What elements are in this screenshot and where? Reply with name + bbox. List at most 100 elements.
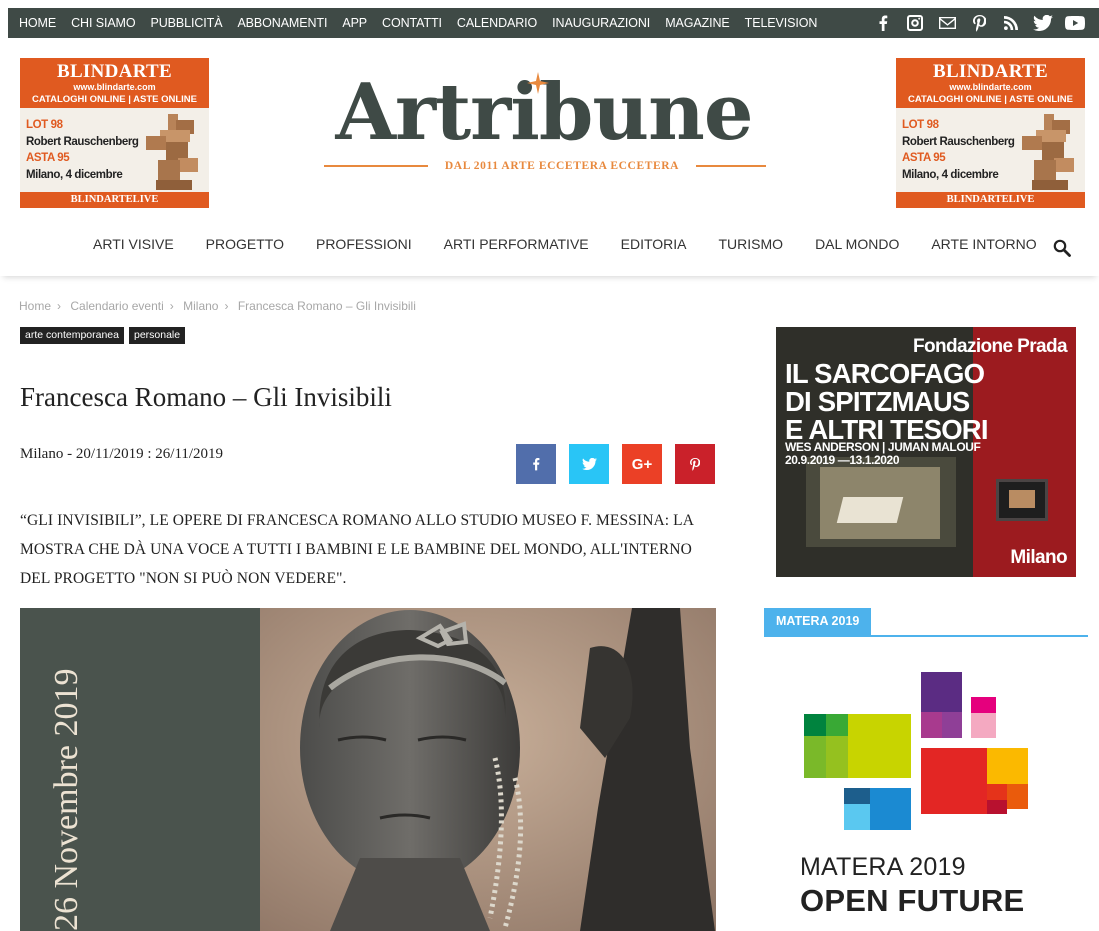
topnav-television[interactable]: TELEVISION	[745, 16, 818, 30]
ad-lines: LOT 98 Robert Rauschenberg ASTA 95 Milan…	[26, 117, 139, 183]
ad-brand: BLINDARTE	[56, 61, 172, 82]
topnav-calendario[interactable]: CALENDARIO	[457, 16, 537, 30]
ad-asta: ASTA 95	[26, 152, 70, 164]
topnav-app[interactable]: APP	[342, 16, 367, 30]
prada-title: IL SARCOFAGO DI SPITZMAUS E ALTRI TESORI	[785, 358, 989, 444]
prada-brand: Fondazione Prada	[912, 336, 1068, 357]
breadcrumb-calendario[interactable]: Calendario eventi	[70, 299, 163, 313]
sculpture-image	[1022, 114, 1074, 190]
nav-progetto[interactable]: PROGETTO	[190, 236, 300, 252]
blindarte-ad-left[interactable]: BLINDARTE www.blindarte.com CATALOGHI ON…	[20, 58, 209, 208]
prada-frame-image	[996, 479, 1048, 521]
ad-footer: BLINDARTELIVE	[946, 194, 1035, 205]
rss-icon[interactable]	[995, 8, 1027, 38]
article-meta: Milano - 20/11/2019 : 26/11/2019	[20, 446, 224, 462]
nav-arti-visive[interactable]: ARTI VISIVE	[77, 236, 190, 252]
logo-rule-right	[696, 165, 766, 167]
instagram-icon[interactable]	[899, 8, 931, 38]
facebook-icon[interactable]	[867, 8, 899, 38]
main-nav-list: ARTI VISIVE PROGETTO PROFESSIONI ARTI PE…	[77, 228, 1053, 260]
ad-url: www.blindarte.com	[949, 82, 1032, 92]
topnav-pubblicita[interactable]: PUBBLICITÀ	[151, 16, 223, 30]
ad-subtitle: CATALOGHI ONLINE | ASTE ONLINE	[907, 94, 1074, 105]
image-date-text: 26 Novembre 2019	[48, 668, 85, 931]
ad-lot: LOT 98	[902, 119, 939, 131]
breadcrumb-home[interactable]: Home	[19, 299, 51, 313]
fondazione-prada-ad[interactable]: Fondazione Prada IL SARCOFAGO DI SPITZMA…	[776, 327, 1076, 577]
blindarte-ad-right[interactable]: BLINDARTE www.blindarte.com CATALOGHI ON…	[896, 58, 1085, 208]
share-twitter-button[interactable]	[569, 444, 609, 484]
share-pinterest-button[interactable]	[675, 444, 715, 484]
logo-rule-left	[324, 165, 428, 167]
ad-artist: Robert Rauschenberg	[26, 135, 139, 148]
ad-lines: LOT 98 Robert Rauschenberg ASTA 95 Milan…	[902, 117, 1015, 183]
prada-dates: 20.9.2019 —13.1.2020	[785, 453, 900, 467]
prada-book-image	[836, 497, 904, 523]
mail-icon[interactable]	[931, 8, 963, 38]
googleplus-icon: G+	[631, 455, 653, 473]
share-googleplus-button[interactable]: G+	[622, 444, 662, 484]
social-links	[867, 8, 1091, 38]
sidebar-section-header: MATERA 2019	[764, 608, 1088, 637]
topnav-chi-siamo[interactable]: CHI SIAMO	[71, 16, 135, 30]
topnav-inaugurazioni[interactable]: INAUGURAZIONI	[552, 16, 650, 30]
topnav-magazine[interactable]: MAGAZINE	[665, 16, 730, 30]
ad-subtitle: CATALOGHI ONLINE | ASTE ONLINE	[31, 94, 198, 105]
logo-star-icon	[527, 72, 549, 94]
ad-header: BLINDARTE www.blindarte.com CATALOGHI ON…	[20, 58, 209, 108]
ad-body: LOT 98 Robert Rauschenberg ASTA 95 Milan…	[896, 108, 1085, 192]
prada-title-line: IL SARCOFAGO	[785, 358, 985, 389]
nav-dal-mondo[interactable]: DAL MONDO	[799, 236, 915, 252]
breadcrumb-separator: ›	[169, 299, 174, 313]
facebook-icon	[533, 458, 540, 471]
top-nav: HOME CHI SIAMO PUBBLICITÀ ABBONAMENTI AP…	[19, 8, 832, 38]
ad-footer: BLINDARTELIVE	[70, 194, 159, 205]
matera-subtitle: OPEN FUTURE	[800, 883, 1025, 918]
twitter-icon[interactable]	[1027, 8, 1059, 38]
breadcrumb-milano[interactable]: Milano	[183, 299, 218, 313]
article-image: 26 Novembre 2019	[20, 608, 716, 931]
ad-header: BLINDARTE www.blindarte.com CATALOGHI ON…	[896, 58, 1085, 108]
prada-title-line: DI SPITZMAUS	[785, 386, 970, 417]
breadcrumb-current: Francesca Romano – Gli Invisibili	[237, 299, 416, 313]
share-facebook-button[interactable]	[516, 444, 556, 484]
nav-arti-performative[interactable]: ARTI PERFORMATIVE	[428, 236, 605, 252]
article-tags: arte contemporanea personale	[20, 327, 190, 344]
nav-editoria[interactable]: EDITORIA	[605, 236, 703, 252]
matera-title: MATERA 2019	[800, 853, 966, 881]
ad-artist: Robert Rauschenberg	[902, 135, 1015, 148]
twitter-icon	[581, 458, 597, 470]
top-bar: HOME CHI SIAMO PUBBLICITÀ ABBONAMENTI AP…	[8, 8, 1099, 38]
article-title: Francesca Romano – Gli Invisibili	[20, 382, 392, 412]
ad-lot: LOT 98	[26, 119, 63, 131]
prada-city: Milano	[1010, 547, 1067, 568]
article-lead: “GLI INVISIBILI”, LE OPERE DI FRANCESCA …	[20, 512, 694, 587]
sculpture-image	[146, 114, 198, 190]
prada-subtitle: WES ANDERSON | JUMAN MALOUF 20.9.2019 —1…	[785, 441, 981, 467]
main-nav: ARTI VISIVE PROGETTO PROFESSIONI ARTI PE…	[0, 228, 1099, 276]
topnav-contatti[interactable]: CONTATTI	[382, 16, 442, 30]
search-icon[interactable]	[1053, 239, 1071, 257]
logo-tagline: DAL 2011 ARTE ECCETERA ECCETERA	[444, 160, 680, 172]
nav-turismo[interactable]: TURISMO	[703, 236, 800, 252]
pinterest-icon[interactable]	[963, 8, 995, 38]
prada-red-panel	[973, 327, 1076, 577]
ad-brand: BLINDARTE	[932, 61, 1048, 82]
image-date-panel: 26 Novembre 2019	[20, 608, 260, 931]
ad-body: LOT 98 Robert Rauschenberg ASTA 95 Milan…	[20, 108, 209, 192]
breadcrumb: Home › Calendario eventi › Milano › Frances…	[19, 299, 420, 313]
sculpture-photo	[260, 608, 716, 931]
tag-arte-contemporanea[interactable]: arte contemporanea	[20, 327, 124, 344]
matera-2019-logo[interactable]	[800, 668, 1040, 848]
ad-place: Milano, 4 dicembre	[902, 168, 999, 181]
nav-arte-intorno[interactable]: ARTE INTORNO	[915, 236, 1052, 252]
pinterest-icon	[690, 457, 700, 471]
breadcrumb-separator: ›	[57, 299, 62, 313]
nav-professioni[interactable]: PROFESSIONI	[300, 236, 428, 252]
ad-url: www.blindarte.com	[73, 82, 156, 92]
tag-personale[interactable]: personale	[128, 327, 186, 344]
topnav-home[interactable]: HOME	[19, 16, 56, 30]
topnav-abbonamenti[interactable]: ABBONAMENTI	[237, 16, 327, 30]
youtube-icon[interactable]	[1059, 8, 1091, 38]
ad-place: Milano, 4 dicembre	[26, 168, 123, 181]
